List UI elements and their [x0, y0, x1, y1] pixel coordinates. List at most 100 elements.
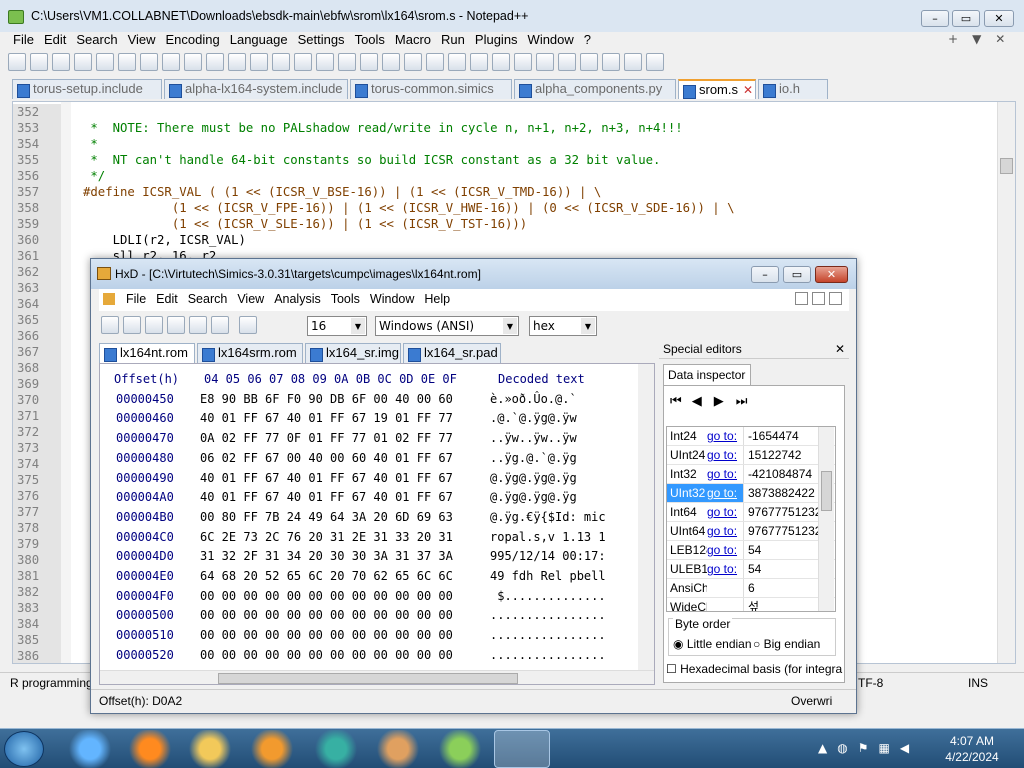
- hex-row-bytes[interactable]: 40 01 FF 67 40 01 FF 67 19 01 FF 77: [200, 409, 490, 429]
- inspector-row[interactable]: UInt32 go to: 3873882422: [667, 484, 835, 503]
- hxd-width-icon[interactable]: [239, 316, 257, 334]
- redo-icon[interactable]: [250, 53, 268, 71]
- menu-edit[interactable]: Edit: [39, 30, 71, 50]
- minimize-button[interactable]: –: [921, 10, 949, 27]
- scroll-thumb[interactable]: [1000, 158, 1013, 174]
- cut-icon[interactable]: [162, 53, 180, 71]
- inspector-row[interactable]: UInt24 go to: 15122742: [667, 446, 835, 465]
- save-macro-icon[interactable]: [646, 53, 664, 71]
- hxd-disk-icon[interactable]: [189, 316, 207, 334]
- inspector-row[interactable]: LEB128go to:54: [667, 541, 835, 560]
- hex-row[interactable]: 000004E0 64 68 20 52 65 6C 20 70 62 65 6C…: [116, 567, 654, 587]
- inspector-scrollbar[interactable]: [818, 427, 834, 611]
- bytes-per-row-select[interactable]: 16 ▼: [307, 316, 367, 336]
- hxd-menu-analysis[interactable]: Analysis: [269, 289, 326, 309]
- hex-row[interactable]: 00000490 40 01 FF 67 40 01 FF 67 40 01 FF…: [116, 469, 654, 489]
- volume-icon[interactable]: ◀: [900, 741, 909, 755]
- hex-row[interactable]: 00000470 0A 02 FF 77 0F 01 FF 77 01 02 FF…: [116, 429, 654, 449]
- undo-icon[interactable]: [228, 53, 246, 71]
- menu-macro[interactable]: Macro: [390, 30, 436, 50]
- notepadpp-titlebar[interactable]: C:\Users\VM1.COLLABNET\Downloads\ebsdk-m…: [0, 0, 1024, 32]
- inspector-row[interactable]: AnsiChar / ch 6: [667, 579, 835, 598]
- sync-scroll-icon[interactable]: [360, 53, 378, 71]
- mdi-restore-icon[interactable]: [812, 292, 825, 305]
- hxd-new-icon[interactable]: [101, 316, 119, 334]
- tray-lang-icon[interactable]: ◍: [837, 741, 847, 755]
- start-button[interactable]: [4, 731, 44, 767]
- maximize-button[interactable]: ▭: [952, 10, 980, 27]
- hxd-close-button[interactable]: ✕: [815, 266, 848, 283]
- goto-link[interactable]: go to:: [707, 446, 743, 464]
- hex-row-decoded[interactable]: .@.`@.ÿg@.ÿw: [490, 409, 624, 429]
- hex-row[interactable]: 00000460 40 01 FF 67 40 01 FF 67 19 01 FF…: [116, 409, 654, 429]
- inspector-value[interactable]: 6: [743, 579, 819, 597]
- hex-rows[interactable]: 00000450 E8 90 BB 6F F0 90 DB 6F 00 40 00…: [100, 390, 654, 684]
- hex-row-decoded[interactable]: 49 fdh Rel pbell: [490, 567, 624, 587]
- menu-help[interactable]: ?: [579, 30, 596, 50]
- hxd-tab-lx164srm[interactable]: lx164srm.rom: [197, 343, 303, 363]
- inspector-table[interactable]: Int24 go to: -1654474 UInt24 go to: 15122742 I…: [666, 426, 836, 612]
- inspector-scroll-thumb[interactable]: [821, 471, 832, 511]
- hscroll-thumb[interactable]: [218, 673, 518, 684]
- hex-row[interactable]: 00000500 00 00 00 00 00 00 00 00 00 00 00…: [116, 606, 654, 626]
- tab-alpha-components[interactable]: alpha_components.py: [514, 79, 676, 99]
- hex-row-decoded[interactable]: ..ÿg.@.`@.ÿg: [490, 449, 624, 469]
- hex-row[interactable]: 00000480 06 02 FF 67 00 40 00 60 40 01 FF…: [116, 449, 654, 469]
- close-all-icon[interactable]: [118, 53, 136, 71]
- explorer-icon[interactable]: [182, 730, 238, 768]
- zoom-out-icon[interactable]: [338, 53, 356, 71]
- hxd-image-icon[interactable]: [211, 316, 229, 334]
- goto-link[interactable]: go to:: [707, 503, 743, 521]
- firefox-icon[interactable]: [122, 730, 178, 768]
- goto-link[interactable]: go to:: [707, 560, 743, 578]
- hxd-maximize-button[interactable]: ▭: [783, 266, 811, 283]
- prev-icon[interactable]: ◀: [692, 394, 702, 409]
- tab-list-icon[interactable]: ▼: [972, 32, 981, 46]
- tab-torus-common[interactable]: torus-common.simics: [350, 79, 512, 99]
- inspector-value[interactable]: 54: [743, 541, 819, 559]
- play-macro-icon[interactable]: [602, 53, 620, 71]
- inspector-row[interactable]: Int32 go to: -421084874: [667, 465, 835, 484]
- goto-link[interactable]: go to:: [707, 541, 743, 559]
- new-file-icon[interactable]: [8, 53, 26, 71]
- tray-arrow-icon[interactable]: ▲: [818, 741, 827, 755]
- inspector-value[interactable]: 976777512328: [743, 503, 819, 521]
- inspector-row[interactable]: WideChar / ch 섶: [667, 598, 835, 611]
- network-icon[interactable]: ▦: [878, 741, 889, 755]
- hxd-titlebar[interactable]: HxD - [C:\Virtutech\Simics-3.0.31\target…: [91, 259, 856, 289]
- hex-row-decoded[interactable]: ................: [490, 646, 624, 666]
- hex-row[interactable]: 000004D0 31 32 2F 31 34 20 30 30 3A 31 37…: [116, 547, 654, 567]
- hex-row[interactable]: 00000510 00 00 00 00 00 00 00 00 00 00 00…: [116, 626, 654, 646]
- hex-vertical-scrollbar[interactable]: [638, 364, 654, 670]
- hex-row[interactable]: 00000450 E8 90 BB 6F F0 90 DB 6F 00 40 00…: [116, 390, 654, 410]
- inspector-row[interactable]: ULEB128go to:54: [667, 560, 835, 579]
- goto-link[interactable]: go to:: [707, 465, 743, 483]
- hex-row-decoded[interactable]: @.ÿg@.ÿg@.ÿg: [490, 488, 624, 508]
- save-icon[interactable]: [52, 53, 70, 71]
- hxd-menu-edit[interactable]: Edit: [151, 289, 183, 309]
- tab-alpha-lx164-system[interactable]: alpha-lx164-system.include: [164, 79, 348, 99]
- stop-macro-icon[interactable]: [580, 53, 598, 71]
- hex-editor-pane[interactable]: Offset(h) 04 05 06 07 08 09 0A 0B 0C 0D 0…: [99, 363, 655, 685]
- goto-link[interactable]: go to:: [707, 427, 743, 445]
- menu-run[interactable]: Run: [436, 30, 470, 50]
- hex-row-bytes[interactable]: 00 00 00 00 00 00 00 00 00 00 00 00: [200, 606, 490, 626]
- flag-icon[interactable]: ⚑: [858, 741, 869, 755]
- show-all-chars-icon[interactable]: [404, 53, 422, 71]
- indent-guide-icon[interactable]: [426, 53, 444, 71]
- hex-row-bytes[interactable]: 06 02 FF 67 00 40 00 60 40 01 FF 67: [200, 449, 490, 469]
- goto-link[interactable]: [707, 598, 743, 611]
- hex-row-bytes[interactable]: 64 68 20 52 65 6C 20 70 62 65 6C 6C: [200, 567, 490, 587]
- data-inspector-tab[interactable]: Data inspector: [663, 364, 751, 386]
- hex-basis-checkbox[interactable]: ☐ Hexadecimal basis (for integra: [666, 662, 844, 676]
- little-endian-radio[interactable]: ◉ Little endian: [673, 637, 752, 651]
- hex-row-bytes[interactable]: E8 90 BB 6F F0 90 DB 6F 00 40 00 60: [200, 390, 490, 410]
- hex-horizontal-scrollbar[interactable]: [100, 670, 654, 684]
- hxd-menu-window[interactable]: Window: [365, 289, 419, 309]
- hex-row[interactable]: 000004A0 40 01 FF 67 40 01 FF 67 40 01 FF…: [116, 488, 654, 508]
- inspector-value[interactable]: -1654474: [743, 427, 819, 445]
- hex-row-bytes[interactable]: 00 80 FF 7B 24 49 64 3A 20 6D 69 63: [200, 508, 490, 528]
- copy-icon[interactable]: [184, 53, 202, 71]
- paste-icon[interactable]: [206, 53, 224, 71]
- monitor-icon[interactable]: [536, 53, 554, 71]
